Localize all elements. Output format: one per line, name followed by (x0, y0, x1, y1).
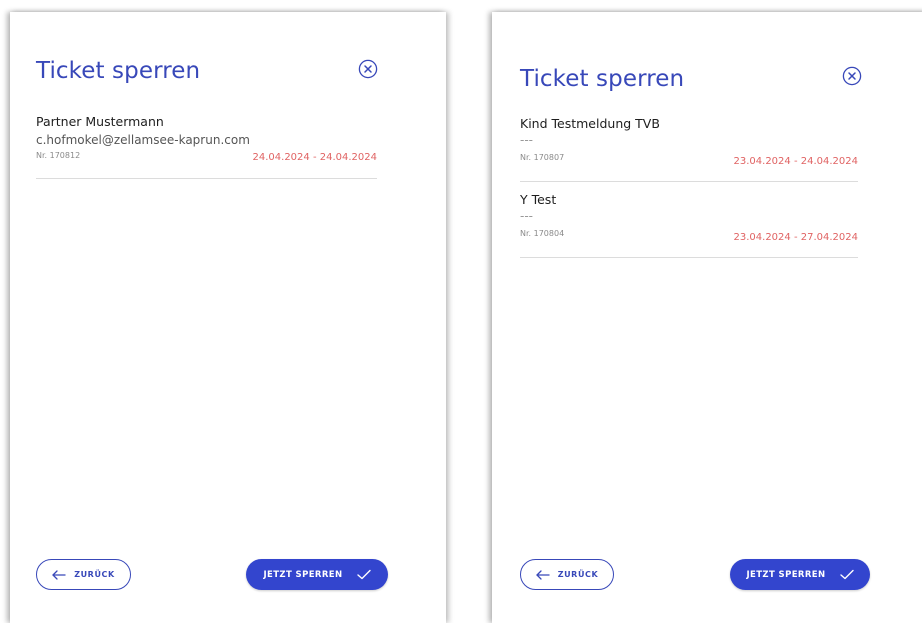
ticket-list: Partner Mustermann c.hofmokel@zellamsee-… (36, 114, 377, 179)
ticket-sperren-dialog-left: Ticket sperren Partner Mustermann c.hofm… (10, 12, 446, 623)
back-button-label: ZURÜCK (74, 570, 115, 579)
back-button[interactable]: ZURÜCK (36, 559, 131, 590)
close-button[interactable] (842, 66, 862, 86)
dialog-title: Ticket sperren (520, 66, 685, 92)
confirm-button-label: JETZT SPERREN (746, 569, 826, 580)
ticket-list: Kind Testmeldung TVB --- Nr. 170807 23.0… (520, 116, 858, 268)
ticket-holder-name: Kind Testmeldung TVB (520, 116, 660, 131)
ticket-number: Nr. 170812 (36, 151, 81, 160)
close-button[interactable] (358, 59, 378, 79)
ticket-sperren-dialog-right: Ticket sperren Kind Testmeldung TVB --- … (492, 12, 922, 623)
close-circle-icon (842, 66, 862, 86)
ticket-date-range: 24.04.2024 - 24.04.2024 (252, 152, 377, 163)
arrow-left-icon (52, 569, 66, 580)
back-button[interactable]: ZURÜCK (520, 559, 614, 590)
ticket-date-range: 23.04.2024 - 24.04.2024 (733, 156, 858, 167)
checkmark-icon (356, 569, 371, 580)
ticket-item[interactable]: Y Test --- Nr. 170804 23.04.2024 - 27.04… (520, 192, 858, 258)
ticket-item[interactable]: Kind Testmeldung TVB --- Nr. 170807 23.0… (520, 116, 858, 182)
ticket-holder-email: c.hofmokel@zellamsee-kaprun.com (36, 133, 250, 147)
dialog-title: Ticket sperren (36, 58, 201, 84)
ticket-item[interactable]: Partner Mustermann c.hofmokel@zellamsee-… (36, 114, 377, 179)
back-button-label: ZURÜCK (557, 570, 599, 579)
arrow-left-icon (536, 569, 550, 580)
ticket-holder-email: --- (520, 133, 533, 147)
confirm-block-button[interactable]: JETZT SPERREN (246, 559, 388, 590)
ticket-holder-name: Partner Mustermann (36, 114, 164, 129)
confirm-block-button[interactable]: JETZT SPERREN (730, 559, 870, 590)
ticket-date-range: 23.04.2024 - 27.04.2024 (733, 232, 858, 243)
ticket-number: Nr. 170807 (520, 153, 565, 162)
checkmark-icon (839, 569, 854, 580)
close-circle-icon (358, 59, 378, 79)
ticket-holder-name: Y Test (520, 192, 557, 207)
ticket-holder-email: --- (520, 209, 533, 223)
ticket-number: Nr. 170804 (520, 229, 565, 238)
confirm-button-label: JETZT SPERREN (263, 569, 343, 580)
